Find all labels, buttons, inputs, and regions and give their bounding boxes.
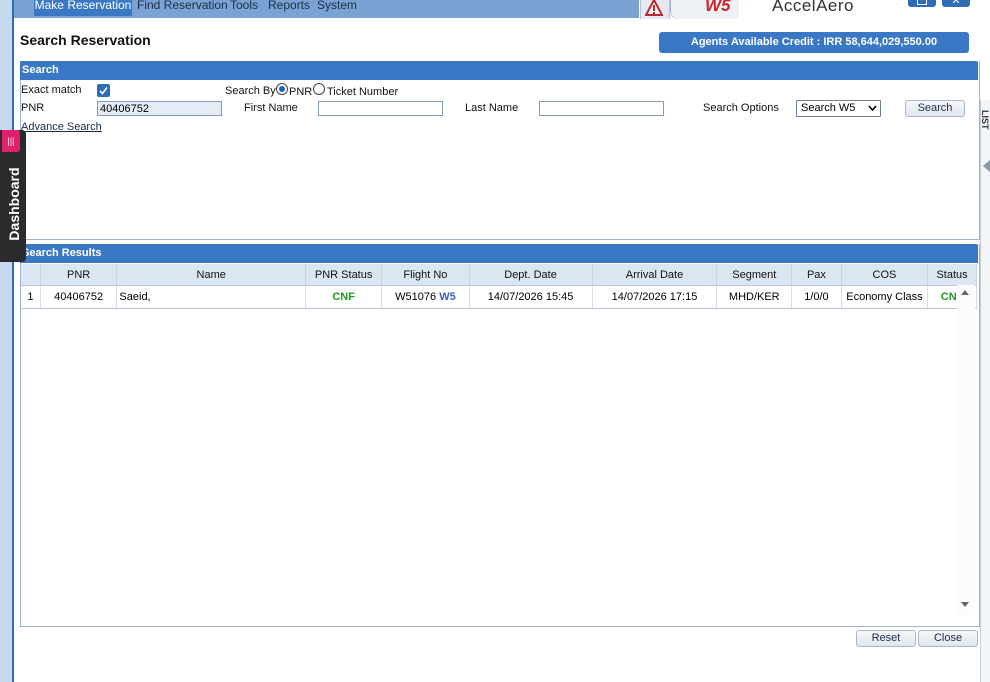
search-by-pnr-label: PNR bbox=[289, 86, 313, 98]
col-pnr-status[interactable]: PNR Status bbox=[305, 264, 383, 286]
col-flight-no[interactable]: Flight No bbox=[381, 264, 470, 286]
brand-code-logo: W5 bbox=[705, 0, 731, 15]
expand-left-icon[interactable] bbox=[983, 160, 990, 172]
dashboard-tab-label: Dashboard bbox=[6, 167, 22, 241]
cell-segment: MHD/KER bbox=[716, 285, 793, 309]
last-name-label: Last Name bbox=[465, 102, 519, 114]
close-button[interactable]: Close bbox=[918, 630, 978, 647]
left-frame bbox=[0, 0, 14, 682]
pnr-list-tab[interactable] bbox=[980, 100, 990, 682]
col-pnr[interactable]: PNR bbox=[40, 264, 118, 286]
col-name[interactable]: Name bbox=[116, 264, 306, 286]
cell-dept-date: 14/07/2026 15:45 bbox=[469, 285, 593, 309]
pnr-label: PNR bbox=[21, 102, 45, 114]
exact-match-checkbox[interactable] bbox=[97, 84, 110, 97]
reset-button[interactable]: Reset bbox=[856, 630, 916, 647]
col-segment[interactable]: Segment bbox=[716, 264, 793, 286]
menu-system[interactable]: System bbox=[317, 0, 357, 16]
cell-cos: Economy Class bbox=[841, 285, 929, 309]
search-button[interactable]: Search bbox=[905, 100, 965, 117]
cell-name[interactable]: Saeid, bbox=[116, 285, 306, 309]
menu-reports[interactable]: Reports bbox=[268, 0, 310, 16]
exact-match-label: Exact match bbox=[21, 84, 82, 96]
results-panel-header: Search Results bbox=[20, 244, 978, 263]
flight-carrier: W5 bbox=[439, 291, 456, 303]
search-by-label: Search By bbox=[225, 85, 276, 97]
menu-make-reservation[interactable]: Make Reservation bbox=[34, 0, 132, 16]
scroll-down-icon[interactable] bbox=[960, 601, 970, 608]
search-panel bbox=[20, 61, 980, 240]
first-name-label: First Name bbox=[244, 102, 298, 114]
col-cos[interactable]: COS bbox=[841, 264, 929, 286]
menu-find-reservation[interactable]: Find Reservation bbox=[137, 0, 228, 16]
maximize-button[interactable] bbox=[908, 0, 936, 7]
col-index bbox=[21, 264, 41, 286]
page-title: Search Reservation bbox=[20, 32, 151, 48]
maximize-icon bbox=[917, 0, 927, 5]
results-scrollbar[interactable] bbox=[957, 285, 975, 615]
results-grid: PNR Name PNR Status Flight No Dept. Date… bbox=[21, 264, 977, 309]
search-options-select[interactable]: Search W5 bbox=[796, 100, 881, 117]
close-window-button[interactable]: ✕ bbox=[942, 0, 970, 7]
col-status[interactable]: Status bbox=[927, 264, 977, 286]
cell-flight-no: W51076 W5 bbox=[381, 285, 470, 309]
warning-icon[interactable] bbox=[645, 0, 663, 17]
dashboard-toggle-icon[interactable]: ||| bbox=[2, 130, 20, 152]
last-name-input[interactable] bbox=[539, 101, 664, 116]
pnr-input[interactable] bbox=[97, 101, 222, 116]
cell-pnr[interactable]: 40406752 bbox=[40, 285, 118, 309]
search-panel-header: Search bbox=[20, 61, 978, 80]
results-header-row: PNR Name PNR Status Flight No Dept. Date… bbox=[21, 264, 977, 286]
search-by-ticket-label: Ticket Number bbox=[327, 86, 399, 98]
chevron-down-icon bbox=[868, 105, 877, 112]
col-arrival-date[interactable]: Arrival Date bbox=[592, 264, 718, 286]
flight-number: W51076 bbox=[395, 291, 437, 303]
menu-tools[interactable]: Tools bbox=[230, 0, 258, 16]
checkbox-icon bbox=[99, 87, 108, 95]
close-icon: ✕ bbox=[951, 0, 961, 7]
cell-index: 1 bbox=[21, 285, 41, 309]
table-row[interactable]: 1 40406752 Saeid, CNF W51076 W5 14/07/20… bbox=[21, 285, 977, 309]
col-pax[interactable]: Pax bbox=[791, 264, 842, 286]
search-options-label: Search Options bbox=[703, 102, 779, 114]
brand-product-logo: AccelAero bbox=[772, 0, 854, 15]
search-options-value: Search W5 bbox=[801, 102, 856, 114]
agent-credit-badge: Agents Available Credit : IRR 58,644,029… bbox=[659, 32, 969, 53]
cell-arrival-date: 14/07/2026 17:15 bbox=[592, 285, 718, 309]
search-by-pnr-radio[interactable] bbox=[276, 83, 288, 95]
cell-pnr-status: CNF bbox=[305, 285, 383, 309]
scroll-up-icon[interactable] bbox=[960, 289, 970, 296]
pnr-list-label: PNR LIST bbox=[980, 110, 990, 130]
advance-search-link[interactable]: Advance Search bbox=[21, 121, 102, 133]
first-name-input[interactable] bbox=[318, 101, 443, 116]
cell-pax: 1/0/0 bbox=[791, 285, 842, 309]
search-by-ticket-radio[interactable] bbox=[313, 83, 325, 95]
col-dept-date[interactable]: Dept. Date bbox=[469, 264, 593, 286]
